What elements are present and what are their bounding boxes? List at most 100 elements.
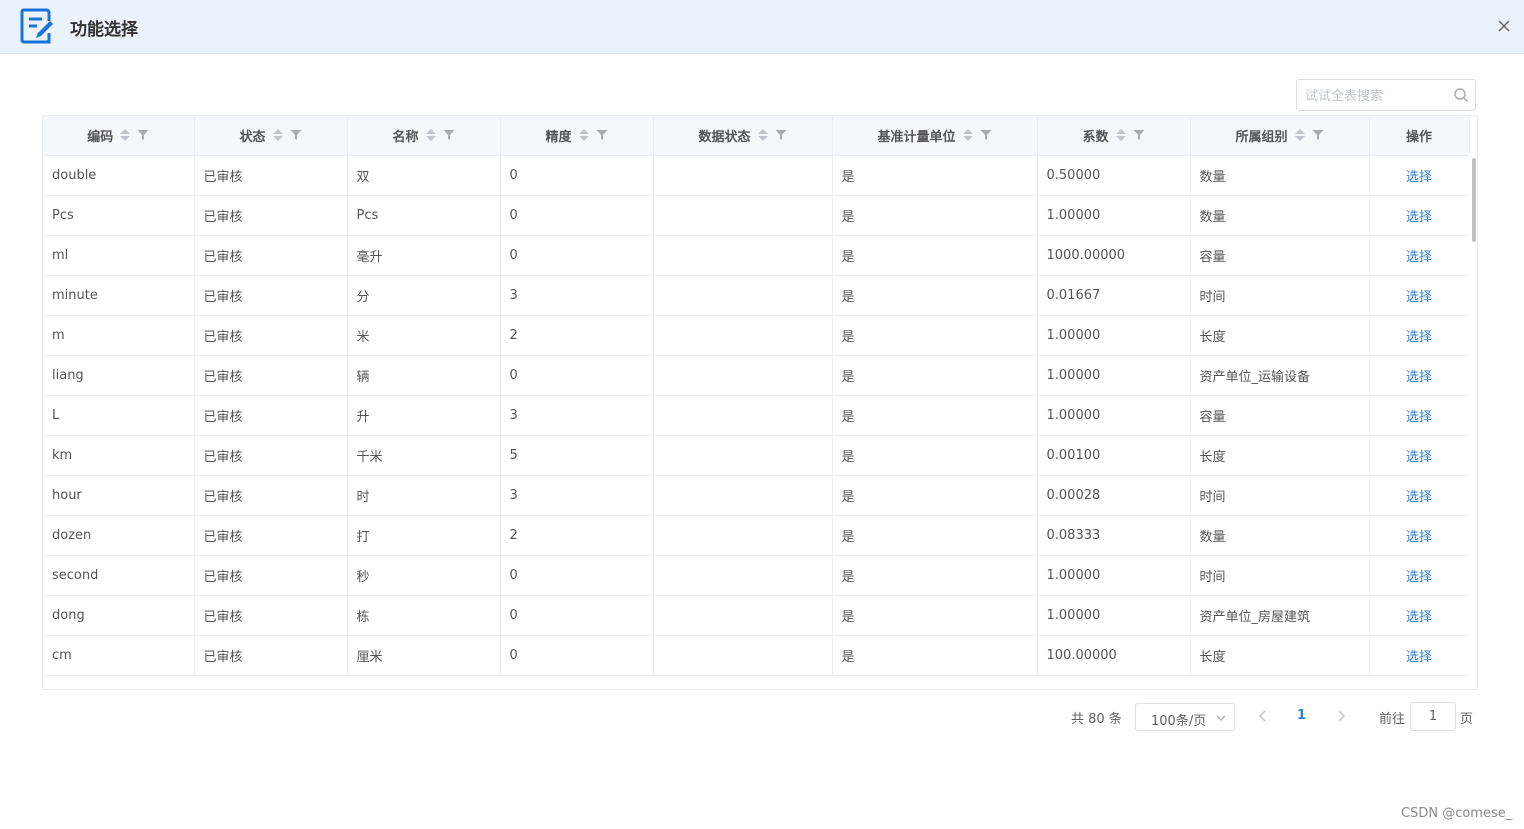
search-box [1296,79,1476,111]
column-header-data-status[interactable]: 数据状态 [653,116,833,156]
sort-icon[interactable] [578,128,590,142]
column-header-name[interactable]: 名称 [347,116,501,156]
search-icon[interactable] [1453,87,1469,103]
filter-icon[interactable] [596,129,608,141]
sort-icon[interactable] [962,128,974,142]
filter-icon[interactable] [137,129,149,141]
cell-group: 时间 [1190,555,1370,596]
close-icon[interactable] [1494,16,1514,36]
cell-code: L [43,395,195,436]
cell-data-status [653,555,833,596]
select-link[interactable]: 选择 [1406,210,1432,225]
table-row[interactable]: dozen 已审核打 2 是 0.08333 数量 选择 [43,515,1470,556]
table-row[interactable]: second 已审核秒 0 是 1.00000 时间 选择 [43,555,1470,596]
table-row[interactable]: m 已审核米 2 是 1.00000 长度 选择 [43,315,1470,356]
cell-base-unit: 是 [832,555,1038,596]
cell-data-status [653,235,833,276]
cell-group: 数量 [1190,515,1370,556]
table-header-row: 编码 状态 名称 精度 数据状态 基准计量单位 系数 所属组别 操作 [43,116,1470,156]
filter-icon[interactable] [443,129,455,141]
cell-name: 打 [347,515,501,556]
search-input[interactable] [1305,86,1445,106]
cell-coefficient: 0.08333 [1037,515,1191,556]
cell-base-unit: 是 [832,315,1038,356]
select-link[interactable]: 选择 [1406,330,1432,345]
table-row[interactable]: Pcs 已审核 Pcs 0 是 1.00000 数量 选择 [43,195,1470,236]
select-link[interactable]: 选择 [1406,610,1432,625]
table-row[interactable]: ml 已审核 毫升 0 是 1000.00000 容量 选择 [43,235,1470,276]
cell-precision: 0 [500,195,654,236]
prev-page-button[interactable] [1256,708,1270,724]
select-link[interactable]: 选择 [1406,650,1432,665]
goto-suffix: 页 [1460,712,1474,727]
sort-icon[interactable] [1294,128,1306,142]
page-size-select[interactable]: 100条/页 [1135,703,1235,731]
cell-group: 长度 [1190,435,1370,476]
select-link[interactable]: 选择 [1406,530,1432,545]
dialog-title: 功能选择 [70,20,138,40]
cell-precision: 0 [500,595,654,636]
cell-data-status [653,635,833,676]
cell-action: 选择 [1369,395,1470,436]
table-row[interactable]: minute 已审核分 3 是 0.01667 时间 选择 [43,275,1470,316]
table-row[interactable]: liang 已审核辆 0 是 1.00000 资产单位_运输设备 选择 [43,355,1470,396]
cell-data-status [653,275,833,316]
column-header-group[interactable]: 所属组别 [1190,116,1370,156]
sort-icon[interactable] [119,128,131,142]
select-link[interactable]: 选择 [1406,570,1432,585]
table-row[interactable]: km 已审核 千米 5 是 0.00100 长度 选择 [43,435,1470,476]
sort-icon[interactable] [757,128,769,142]
sort-icon[interactable] [272,128,284,142]
table-row[interactable]: double 已审核双 0 是 0.50000 数量 选择 [43,155,1470,196]
column-header-label: 精度 [545,129,572,145]
cell-base-unit: 是 [832,435,1038,476]
cell-name: 升 [347,395,501,436]
filter-icon[interactable] [1312,129,1324,141]
table-row[interactable]: dong 已审核栋 0 是 1.00000 资产单位_房屋建筑 选择 [43,595,1470,636]
filter-icon[interactable] [1133,129,1145,141]
cell-precision: 3 [500,275,654,316]
cell-data-status [653,315,833,356]
cell-coefficient: 1.00000 [1037,195,1191,236]
column-header-label: 状态 [239,129,266,145]
table-row[interactable]: L 已审核升 3 是 1.00000 容量 选择 [43,395,1470,436]
goto-page-input[interactable] [1410,702,1456,731]
table-row[interactable]: hour 已审核时 3 是 0.00028 时间 选择 [43,475,1470,516]
column-header-base-unit[interactable]: 基准计量单位 [832,116,1038,156]
cell-action: 选择 [1369,315,1470,356]
cell-coefficient: 1.00000 [1037,555,1191,596]
cell-group: 时间 [1190,275,1370,316]
cell-action: 选择 [1369,435,1470,476]
cell-code: dozen [43,515,195,556]
select-link[interactable]: 选择 [1406,370,1432,385]
cell-status: 已审核 [194,435,348,476]
column-header-status[interactable]: 状态 [194,116,348,156]
sort-icon[interactable] [425,128,437,142]
cell-action: 选择 [1369,475,1470,516]
cell-code: second [43,555,195,596]
sort-icon[interactable] [1115,128,1127,142]
next-page-button[interactable] [1334,708,1348,724]
filter-icon[interactable] [290,129,302,141]
column-header-precision[interactable]: 精度 [500,116,654,156]
select-link[interactable]: 选择 [1406,250,1432,265]
select-link[interactable]: 选择 [1406,450,1432,465]
select-link[interactable]: 选择 [1406,170,1432,185]
table-row[interactable]: cm 已审核 厘米 0 是 100.00000 长度 选择 [43,635,1470,676]
filter-icon[interactable] [980,129,992,141]
cell-group: 长度 [1190,635,1370,676]
select-link[interactable]: 选择 [1406,290,1432,305]
select-link[interactable]: 选择 [1406,490,1432,505]
column-header-code[interactable]: 编码 [43,116,195,156]
cell-coefficient: 0.00028 [1037,475,1191,516]
column-header-action: 操作 [1369,116,1470,156]
page-number-current[interactable]: 1 [1297,708,1306,723]
cell-name: 米 [347,315,501,356]
filter-icon[interactable] [775,129,787,141]
column-header-label: 所属组别 [1235,129,1288,145]
cell-action: 选择 [1369,595,1470,636]
select-link[interactable]: 选择 [1406,410,1432,425]
column-header-coefficient[interactable]: 系数 [1037,116,1191,156]
cell-precision: 2 [500,315,654,356]
scrollbar-thumb[interactable] [1472,158,1476,242]
